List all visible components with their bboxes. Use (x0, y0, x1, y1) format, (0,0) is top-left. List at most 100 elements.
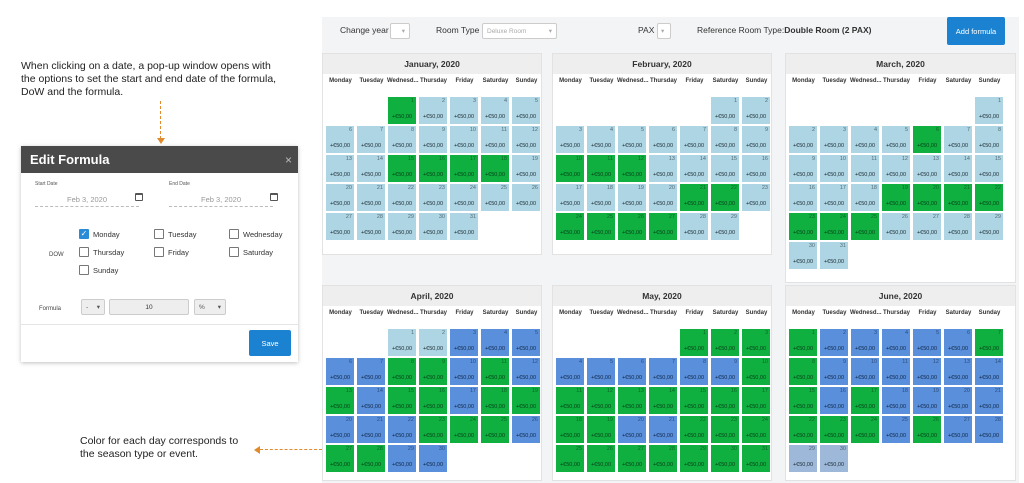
operator-select[interactable]: - ▾ (81, 299, 105, 315)
calendar-day[interactable]: 16 +€50,00 (419, 155, 447, 182)
dow-checkbox-monday[interactable]: ✓ Monday (79, 229, 120, 239)
calendar-day[interactable]: 19 +€50,00 (587, 416, 615, 443)
calendar-day[interactable]: 30 +€50,00 (820, 445, 848, 472)
calendar-day[interactable]: 15 +€50,00 (789, 387, 817, 414)
calendar-day[interactable]: 10 +€50,00 (851, 358, 879, 385)
calendar-day[interactable]: 11 +€50,00 (481, 126, 509, 153)
close-icon[interactable]: × (285, 153, 292, 167)
calendar-day[interactable]: 6 +€50,00 (326, 358, 354, 385)
calendar-day[interactable]: 10 +€50,00 (450, 358, 478, 385)
calendar-day[interactable]: 6 +€50,00 (326, 126, 354, 153)
calendar-day[interactable]: 22 +€50,00 (789, 416, 817, 443)
calendar-day[interactable]: 26 +€50,00 (512, 416, 540, 443)
calendar-day[interactable]: 6 +€50,00 (649, 126, 677, 153)
calendar-day[interactable]: 3 +€50,00 (450, 97, 478, 124)
calendar-day[interactable]: 9 +€50,00 (711, 358, 739, 385)
calendar-day[interactable]: 20 +€50,00 (913, 184, 941, 211)
calendar-day[interactable]: 9 +€50,00 (789, 155, 817, 182)
calendar-day[interactable]: 6 +€50,00 (618, 358, 646, 385)
unit-select[interactable]: % ▾ (194, 299, 226, 315)
calendar-day[interactable]: 10 +€50,00 (450, 126, 478, 153)
year-select[interactable]: ▾ (390, 23, 410, 39)
calendar-day[interactable]: 20 +€50,00 (326, 184, 354, 211)
calendar-day[interactable]: 15 +€50,00 (711, 155, 739, 182)
calendar-day[interactable]: 14 +€50,00 (649, 387, 677, 414)
calendar-day[interactable]: 14 +€50,00 (357, 387, 385, 414)
calendar-day[interactable]: 8 +€50,00 (975, 126, 1003, 153)
end-date-input[interactable]: Feb 3, 2020 (169, 193, 273, 207)
calendar-day[interactable]: 5 +€50,00 (618, 126, 646, 153)
calendar-day[interactable]: 21 +€50,00 (649, 416, 677, 443)
calendar-day[interactable]: 23 +€50,00 (742, 184, 770, 211)
calendar-day[interactable]: 17 +€50,00 (450, 387, 478, 414)
calendar-day[interactable]: 24 +€50,00 (450, 416, 478, 443)
calendar-day[interactable]: 29 +€50,00 (789, 445, 817, 472)
calendar-day[interactable]: 21 +€50,00 (944, 184, 972, 211)
calendar-day[interactable]: 30 +€50,00 (711, 445, 739, 472)
calendar-day[interactable]: 8 +€50,00 (388, 126, 416, 153)
calendar-day[interactable]: 29 +€50,00 (975, 213, 1003, 240)
calendar-day[interactable]: 28 +€50,00 (357, 213, 385, 240)
calendar-day[interactable]: 5 +€50,00 (512, 97, 540, 124)
calendar-day[interactable]: 27 +€50,00 (944, 416, 972, 443)
calendar-day[interactable]: 4 +€50,00 (481, 97, 509, 124)
calendar-day[interactable]: 8 +€50,00 (680, 358, 708, 385)
calendar-day[interactable]: 14 +€50,00 (680, 155, 708, 182)
calendar-day[interactable]: 8 +€50,00 (789, 358, 817, 385)
calendar-day[interactable]: 10 +€50,00 (820, 155, 848, 182)
calendar-day[interactable]: 7 +€50,00 (649, 358, 677, 385)
calendar-day[interactable]: 8 +€50,00 (711, 126, 739, 153)
calendar-day[interactable]: 18 +€50,00 (481, 387, 509, 414)
start-date-input[interactable]: Feb 3, 2020 (35, 193, 139, 207)
calendar-day[interactable]: 12 +€50,00 (512, 358, 540, 385)
calendar-day[interactable]: 19 +€50,00 (882, 184, 910, 211)
calendar-day[interactable]: 15 +€50,00 (975, 155, 1003, 182)
calendar-day[interactable]: 10 +€50,00 (556, 155, 584, 182)
calendar-day[interactable]: 20 +€50,00 (326, 416, 354, 443)
calendar-day[interactable]: 16 +€50,00 (742, 155, 770, 182)
calendar-day[interactable]: 21 +€50,00 (680, 184, 708, 211)
calendar-day[interactable]: 4 +€50,00 (587, 126, 615, 153)
calendar-day[interactable]: 17 +€50,00 (742, 387, 770, 414)
calendar-day[interactable]: 17 +€50,00 (851, 387, 879, 414)
calendar-day[interactable]: 30 +€50,00 (419, 445, 447, 472)
dow-checkbox-sunday[interactable]: Sunday (79, 265, 118, 275)
calendar-day[interactable]: 28 +€50,00 (975, 416, 1003, 443)
calendar-day[interactable]: 28 +€50,00 (649, 445, 677, 472)
calendar-day[interactable]: 15 +€50,00 (680, 387, 708, 414)
calendar-day[interactable]: 3 +€50,00 (742, 329, 770, 356)
calendar-day[interactable]: 28 +€50,00 (680, 213, 708, 240)
calendar-day[interactable]: 11 +€50,00 (882, 358, 910, 385)
calendar-day[interactable]: 7 +€50,00 (944, 126, 972, 153)
calendar-day[interactable]: 13 +€50,00 (618, 387, 646, 414)
calendar-day[interactable]: 28 +€50,00 (944, 213, 972, 240)
calendar-day[interactable]: 20 +€50,00 (944, 387, 972, 414)
calendar-day[interactable]: 26 +€50,00 (512, 184, 540, 211)
calendar-day[interactable]: 27 +€50,00 (326, 213, 354, 240)
calendar-day[interactable]: 3 +€50,00 (820, 126, 848, 153)
calendar-day[interactable]: 23 +€50,00 (419, 416, 447, 443)
calendar-day[interactable]: 26 +€50,00 (618, 213, 646, 240)
calendar-day[interactable]: 5 +€50,00 (882, 126, 910, 153)
calendar-day[interactable]: 9 +€50,00 (742, 126, 770, 153)
calendar-day[interactable]: 22 +€50,00 (975, 184, 1003, 211)
calendar-day[interactable]: 19 +€50,00 (618, 184, 646, 211)
calendar-day[interactable]: 15 +€50,00 (388, 387, 416, 414)
calendar-day[interactable]: 22 +€50,00 (711, 184, 739, 211)
calendar-day[interactable]: 19 +€50,00 (913, 387, 941, 414)
calendar-day[interactable]: 19 +€50,00 (512, 155, 540, 182)
calendar-day[interactable]: 7 +€50,00 (357, 126, 385, 153)
calendar-day[interactable]: 2 +€50,00 (419, 329, 447, 356)
dow-checkbox-friday[interactable]: Friday (154, 247, 189, 257)
calendar-day[interactable]: 5 +€50,00 (512, 329, 540, 356)
calendar-day[interactable]: 25 +€50,00 (481, 184, 509, 211)
calendar-day[interactable]: 30 +€50,00 (419, 213, 447, 240)
add-formula-button[interactable]: Add formula (947, 17, 1005, 45)
calendar-day[interactable]: 12 +€50,00 (882, 155, 910, 182)
calendar-day[interactable]: 1 +€50,00 (388, 97, 416, 124)
calendar-day[interactable]: 8 +€50,00 (388, 358, 416, 385)
calendar-day[interactable]: 4 +€50,00 (481, 329, 509, 356)
calendar-day[interactable]: 13 +€50,00 (326, 387, 354, 414)
calendar-day[interactable]: 30 +€50,00 (789, 242, 817, 269)
calendar-day[interactable]: 25 +€50,00 (851, 213, 879, 240)
